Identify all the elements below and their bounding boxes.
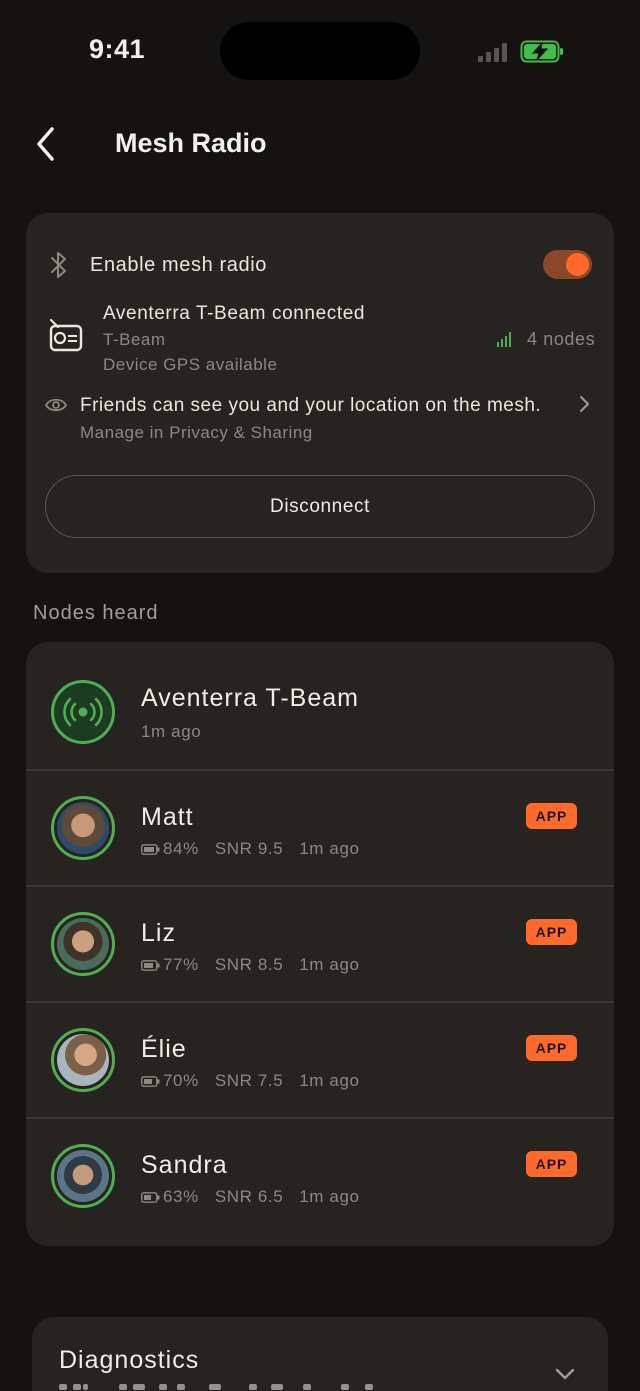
- avatar: [51, 796, 115, 860]
- snr-value: SNR 6.5: [214, 1187, 284, 1206]
- avatar-photo: [57, 802, 109, 854]
- node-name: Matt: [141, 803, 194, 831]
- avatar-photo: [57, 1150, 109, 1202]
- node-avatar: [51, 680, 115, 744]
- page-title: Mesh Radio: [115, 128, 267, 158]
- radio-broadcast-icon: [63, 697, 103, 727]
- disconnect-button[interactable]: Disconnect: [45, 475, 595, 538]
- node-stats: 77% SNR 8.5 1m ago: [141, 955, 360, 975]
- toggle-knob: [566, 253, 589, 276]
- app-badge: APP: [526, 803, 577, 829]
- last-heard: 1m ago: [299, 1187, 360, 1206]
- node-name: Sandra: [141, 1151, 228, 1179]
- last-heard: 1m ago: [299, 839, 360, 858]
- avatar-photo: [57, 1034, 109, 1086]
- eye-icon: [44, 398, 68, 412]
- bluetooth-icon: [51, 252, 66, 278]
- node-stats: 84% SNR 9.5 1m ago: [141, 839, 360, 859]
- radio-device-icon: [49, 318, 83, 352]
- cellular-signal-icon: [478, 42, 510, 62]
- diagnostics-title: Diagnostics: [59, 1346, 200, 1374]
- privacy-text: Friends can see you and your location on…: [80, 395, 542, 416]
- nodes-heard-heading: Nodes heard: [33, 602, 159, 624]
- nodes-count: 4 nodes: [527, 329, 596, 349]
- avatar-photo: [57, 918, 109, 970]
- app-badge: APP: [526, 1151, 577, 1177]
- privacy-link-text: Manage in Privacy & Sharing: [80, 423, 313, 442]
- chevron-left-icon: [37, 127, 54, 161]
- dynamic-island: [220, 22, 420, 80]
- status-time: 9:41: [89, 34, 146, 64]
- snr-value: SNR 7.5: [214, 1071, 284, 1090]
- snr-value: SNR 8.5: [214, 955, 284, 974]
- battery-level: 63%: [163, 1187, 199, 1206]
- battery-level: 70%: [163, 1071, 199, 1090]
- enable-mesh-toggle[interactable]: [543, 250, 592, 279]
- last-heard: 1m ago: [299, 955, 360, 974]
- snr-value: SNR 9.5: [214, 839, 284, 858]
- device-model: T-Beam: [103, 330, 166, 349]
- node-stats: 70% SNR 7.5 1m ago: [141, 1071, 360, 1091]
- node-name: Aventerra T-Beam: [141, 684, 359, 712]
- diagnostics-content-peek: [59, 1384, 389, 1391]
- device-connected-text: Aventerra T-Beam connected: [103, 303, 366, 324]
- avatar: [51, 912, 115, 976]
- avatar: [51, 1028, 115, 1092]
- battery-icon: [141, 960, 160, 971]
- app-badge: APP: [526, 1035, 577, 1061]
- node-name: Élie: [141, 1035, 187, 1063]
- chevron-right-icon: [580, 396, 589, 412]
- back-button[interactable]: [30, 124, 62, 164]
- battery-charging-icon: [520, 40, 563, 63]
- app-badge: APP: [526, 919, 577, 945]
- battery-level: 84%: [163, 839, 199, 858]
- avatar: [51, 1144, 115, 1208]
- battery-icon: [141, 1076, 160, 1087]
- node-name: Liz: [141, 919, 176, 947]
- battery-icon: [141, 844, 160, 855]
- battery-level: 77%: [163, 955, 199, 974]
- device-gps-status: Device GPS available: [103, 355, 278, 374]
- last-heard: 1m ago: [299, 1071, 360, 1090]
- node-last-heard: 1m ago: [141, 722, 202, 741]
- chevron-down-icon[interactable]: [554, 1367, 576, 1381]
- enable-mesh-label: Enable mesh radio: [90, 254, 267, 276]
- node-stats: 63% SNR 6.5 1m ago: [141, 1187, 360, 1207]
- mesh-radio-screen: 9:41 Mesh Radio Enable mesh radio Avente…: [0, 0, 640, 1391]
- battery-icon: [141, 1192, 160, 1203]
- signal-bars-icon: [497, 332, 511, 347]
